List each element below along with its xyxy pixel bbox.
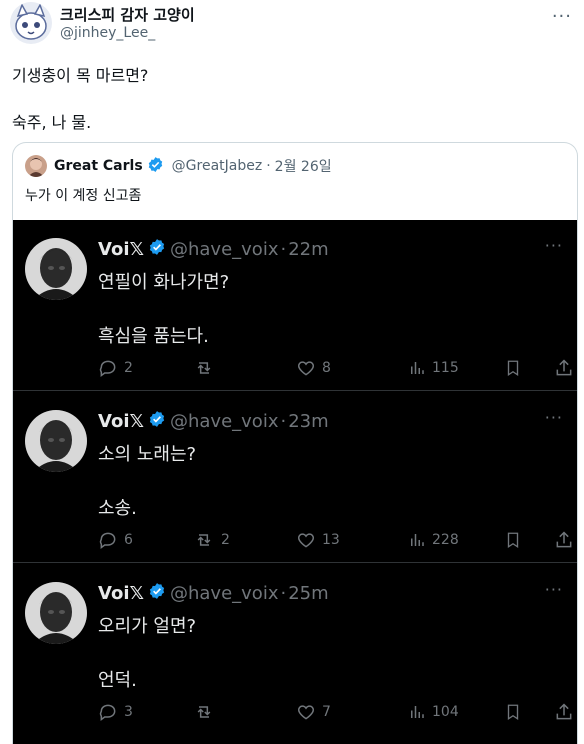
more-options-icon[interactable]: ··· [545,408,563,427]
embedded-author-name[interactable]: Voi𝕏 [98,411,144,432]
like-count: 7 [322,704,331,720]
share-button[interactable] [554,702,574,722]
embedded-tweet-header: Voi𝕏 @have_voix · 23m [98,410,329,433]
reply-count: 6 [124,532,133,548]
share-icon [556,531,572,548]
like-count: 13 [322,532,340,548]
bookmark-icon [507,532,519,549]
embedded-author-handle[interactable]: @have_voix [170,239,278,260]
views-button[interactable]: 115 [408,358,459,378]
embedded-author-handle[interactable]: @have_voix [170,411,278,432]
author-name[interactable]: 크리스피 감자 고양이 [60,4,195,25]
views-count: 104 [432,704,459,720]
views-chart-icon [411,706,424,718]
action-bar: 3 7 104 [98,702,576,724]
embedded-tweet[interactable]: Voi𝕏 @have_voix · 22m ··· 연필이 화나가면? 흑심을 … [13,220,577,391]
quoted-author-handle[interactable]: @GreatJabez [172,158,263,174]
embedded-time: 25m [288,583,329,604]
embedded-author-name[interactable]: Voi𝕏 [98,239,144,260]
like-button[interactable]: 13 [296,530,340,550]
quoted-author-name[interactable]: Great Carls [54,158,143,174]
retweet-icon [197,534,211,546]
share-button[interactable] [554,530,574,550]
verified-badge-icon [148,238,166,261]
separator-dot: · [266,158,271,174]
separator-dot: · [280,583,287,604]
reply-count: 2 [124,360,133,376]
embedded-text-line-1: 연필이 화나가면? [98,272,230,293]
share-icon [556,703,572,720]
views-button[interactable]: 228 [408,530,459,550]
retweet-count: 2 [221,532,230,548]
post-text-line-1: 기생충이 목 마르면? [12,66,149,85]
reply-button[interactable]: 3 [98,702,133,722]
share-button[interactable] [554,358,574,378]
embedded-screenshot: Voi𝕏 @have_voix · 22m ··· 연필이 화나가면? 흑심을 … [13,220,577,744]
reply-count: 3 [124,704,133,720]
embedded-text-line-1: 오리가 얼면? [98,616,197,637]
like-button[interactable]: 7 [296,702,331,722]
author-avatar[interactable] [10,2,52,44]
reply-button[interactable]: 6 [98,530,133,550]
embedded-text-line-1: 소의 노래는? [98,444,197,465]
quoted-tweet-card[interactable]: Great Carls @GreatJabez · 2월 26일 누가 이 계정… [12,142,578,744]
heart-icon [297,361,315,376]
author-handle[interactable]: @jinhey_Lee_ [60,25,155,41]
like-count: 8 [322,360,331,376]
quoted-text: 누가 이 계정 신고좀 [25,188,142,204]
verified-badge-icon [148,410,166,433]
reply-icon [99,704,116,721]
embedded-avatar[interactable] [25,238,87,300]
verified-badge-icon [147,156,164,177]
embedded-avatar[interactable] [25,582,87,644]
bookmark-icon [507,360,519,377]
action-bar: 6 2 13 228 [98,530,576,552]
views-chart-icon [411,362,424,374]
embedded-text-line-2: 소송. [98,498,137,519]
quoted-tweet-header: Great Carls @GreatJabez · 2월 26일 [25,155,332,177]
bookmark-button[interactable] [504,358,522,378]
retweet-button[interactable] [193,358,221,378]
more-options-icon[interactable]: ··· [545,580,563,599]
embedded-text-line-2: 언덕. [98,670,137,691]
retweet-button[interactable]: 2 [193,530,230,550]
verified-badge-icon [148,582,166,605]
action-bar: 2 8 115 [98,358,576,380]
embedded-tweet-header: Voi𝕏 @have_voix · 22m [98,238,329,261]
reply-icon [99,532,116,549]
views-button[interactable]: 104 [408,702,459,722]
quoted-author-avatar[interactable] [25,155,47,177]
more-options-icon[interactable]: ··· [552,6,572,27]
share-icon [556,359,572,376]
embedded-time: 22m [288,239,329,260]
embedded-text-line-2: 흑심을 품는다. [98,326,209,347]
heart-icon [297,533,315,548]
bookmark-button[interactable] [504,530,522,550]
views-count: 115 [432,360,459,376]
retweet-icon [197,362,211,374]
embedded-tweet[interactable]: Voi𝕏 @have_voix · 23m ··· 소의 노래는? 소송. 6 [13,392,577,563]
embedded-author-name[interactable]: Voi𝕏 [98,583,144,604]
retweet-button[interactable] [193,702,221,722]
post-text-line-2: 숙주, 나 물. [12,113,92,132]
tweet-post: 크리스피 감자 고양이 @jinhey_Lee_ ··· 기생충이 목 마르면?… [0,0,584,744]
embedded-author-handle[interactable]: @have_voix [170,583,278,604]
more-options-icon[interactable]: ··· [545,236,563,255]
like-button[interactable]: 8 [296,358,331,378]
bookmark-button[interactable] [504,702,522,722]
reply-button[interactable]: 2 [98,358,133,378]
separator-dot: · [280,239,287,260]
retweet-icon [197,706,211,718]
quoted-date: 2월 26일 [274,159,332,175]
reply-icon [99,360,116,377]
embedded-tweet[interactable]: Voi𝕏 @have_voix · 25m ··· 오리가 얼면? 언덕. 3 [13,564,577,735]
bookmark-icon [507,704,519,721]
views-chart-icon [411,534,424,546]
embedded-avatar[interactable] [25,410,87,472]
separator-dot: · [280,411,287,432]
embedded-tweet-header: Voi𝕏 @have_voix · 25m [98,582,329,605]
views-count: 228 [432,532,459,548]
embedded-time: 23m [288,411,329,432]
heart-icon [297,705,315,720]
